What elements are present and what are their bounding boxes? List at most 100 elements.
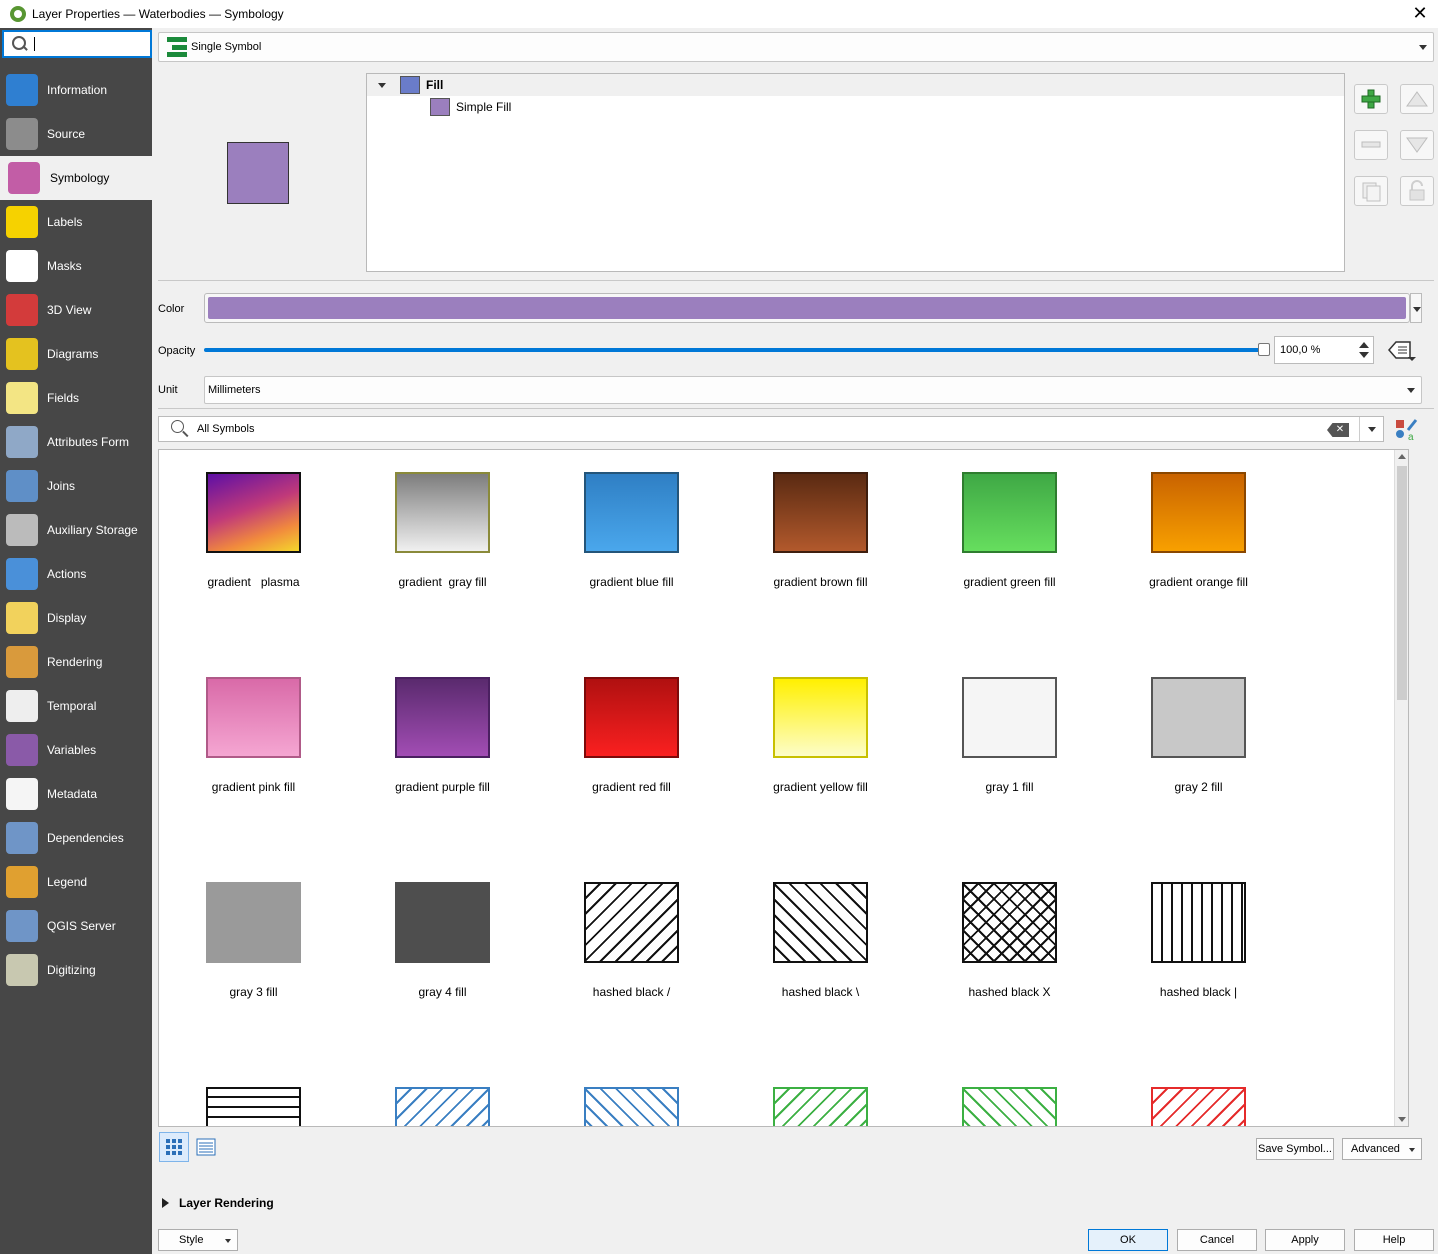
symbol-thumbnail (962, 882, 1057, 963)
sidebar-item-symbology[interactable]: Symbology (0, 156, 152, 200)
symbol-thumbnail (584, 882, 679, 963)
duplicate-layer-button[interactable] (1354, 176, 1388, 206)
opacity-slider-handle[interactable] (1258, 343, 1270, 356)
symbol-library-item[interactable]: gradient yellow fill (726, 655, 915, 860)
symbol-grid-scrollbar[interactable] (1394, 450, 1408, 1126)
search-icon (12, 36, 28, 52)
symbol-library-item[interactable]: hashed black / (537, 860, 726, 1065)
sidebar-item-rendering[interactable]: Rendering (0, 640, 152, 684)
opacity-slider-track[interactable] (204, 348, 1268, 352)
sidebar-item-digitizing[interactable]: Digitizing (0, 948, 152, 992)
unit-combo[interactable]: Millimeters (204, 376, 1422, 404)
move-down-button[interactable] (1400, 130, 1434, 160)
symbol-library-item[interactable]: gradient pink fill (159, 655, 348, 860)
symbol-library-item[interactable]: hashed black | (1104, 860, 1293, 1065)
symbol-library-item-name: gray 4 fill (418, 985, 467, 999)
add-symbol-layer-button[interactable] (1354, 84, 1388, 114)
symbol-thumbnail (584, 677, 679, 758)
style-manager-button[interactable]: a (1394, 416, 1420, 443)
temporal-clock-icon (6, 690, 38, 722)
sidebar-item-attributes-form[interactable]: Attributes Form (0, 420, 152, 464)
symbol-library-item[interactable]: gradient red fill (537, 655, 726, 860)
sidebar-search-input[interactable] (2, 30, 152, 58)
sidebar-item-dependencies[interactable]: Dependencies (0, 816, 152, 860)
scroll-down-icon[interactable] (1398, 1117, 1406, 1122)
tree-label-simple-fill: Simple Fill (456, 100, 512, 114)
apply-button[interactable]: Apply (1265, 1229, 1345, 1251)
opacity-spinbox[interactable]: 100,0 % (1274, 336, 1374, 364)
symbol-library-item[interactable] (348, 1065, 537, 1126)
symbol-library-item-name: gradient pink fill (211, 780, 296, 794)
color-button[interactable] (204, 293, 1410, 323)
symbol-library-item[interactable]: gradient plasma (159, 450, 348, 655)
renderer-type-combo[interactable]: Single Symbol (158, 32, 1434, 62)
symbol-library-item[interactable]: gradient gray fill (348, 450, 537, 655)
symbol-library-item[interactable]: gradient purple fill (348, 655, 537, 860)
style-button[interactable]: Style (158, 1229, 238, 1251)
sidebar-item-diagrams[interactable]: Diagrams (0, 332, 152, 376)
symbol-thumbnail (395, 882, 490, 963)
scroll-up-icon[interactable] (1398, 454, 1406, 459)
symbol-library-search-input[interactable]: All Symbols ✕ (158, 416, 1384, 442)
symbol-library-item[interactable]: hashed black X (915, 860, 1104, 1065)
spin-down-icon[interactable] (1359, 352, 1369, 358)
expand-arrow-icon[interactable] (162, 1198, 169, 1208)
sidebar-item-3d-view[interactable]: 3D View (0, 288, 152, 332)
symbol-library-item[interactable] (726, 1065, 915, 1126)
expand-arrow-icon[interactable] (378, 82, 386, 88)
search-filter-dropdown[interactable] (1359, 417, 1383, 441)
symbol-library-item[interactable]: gray 4 fill (348, 860, 537, 1065)
symbol-library-item[interactable]: gradient blue fill (537, 450, 726, 655)
symbol-library-item-name: gradient red fill (592, 780, 671, 794)
symbol-library-item[interactable]: gradient brown fill (726, 450, 915, 655)
clear-text-icon[interactable]: ✕ (1327, 423, 1349, 437)
tree-row-simple-fill[interactable]: Simple Fill (367, 96, 1344, 118)
duplicate-icon (1362, 182, 1381, 202)
symbol-library-item[interactable]: gray 2 fill (1104, 655, 1293, 860)
symbol-library-item[interactable] (915, 1065, 1104, 1126)
sidebar-item-metadata[interactable]: Metadata (0, 772, 152, 816)
layer-rendering-section[interactable]: Layer Rendering (162, 1196, 274, 1210)
sidebar-item-legend[interactable]: Legend (0, 860, 152, 904)
sidebar-item-label: Symbology (50, 171, 110, 185)
advanced-button[interactable]: Advanced (1342, 1138, 1422, 1160)
triangle-down-icon (1406, 137, 1428, 153)
legend-icon (6, 866, 38, 898)
help-button[interactable]: Help (1354, 1229, 1434, 1251)
close-icon[interactable]: ✕ (1410, 3, 1430, 23)
symbol-library-item[interactable]: hashed black \ (726, 860, 915, 1065)
sidebar-item-fields[interactable]: Fields (0, 376, 152, 420)
sidebar-item-source[interactable]: Source (0, 112, 152, 156)
remove-symbol-layer-button[interactable] (1354, 130, 1388, 160)
color-dropdown-button[interactable] (1410, 293, 1422, 323)
ok-button[interactable]: OK (1088, 1229, 1168, 1251)
symbol-library-item[interactable] (1104, 1065, 1293, 1126)
move-up-button[interactable] (1400, 84, 1434, 114)
sidebar-item-temporal[interactable]: Temporal (0, 684, 152, 728)
save-symbol-button[interactable]: Save Symbol... (1256, 1138, 1334, 1160)
spin-up-icon[interactable] (1359, 342, 1369, 348)
sidebar-item-auxiliary-storage[interactable]: Auxiliary Storage (0, 508, 152, 552)
sidebar-item-labels[interactable]: Labels (0, 200, 152, 244)
symbol-library-item[interactable] (159, 1065, 348, 1126)
sidebar-item-joins[interactable]: Joins (0, 464, 152, 508)
symbol-library-item[interactable] (537, 1065, 726, 1126)
data-defined-override-button[interactable] (1384, 334, 1418, 366)
sidebar-item-variables[interactable]: Variables (0, 728, 152, 772)
sidebar-item-display[interactable]: Display (0, 596, 152, 640)
scrollbar-thumb[interactable] (1397, 466, 1407, 700)
symbol-library-item[interactable]: gradient green fill (915, 450, 1104, 655)
list-view-button[interactable] (191, 1132, 221, 1162)
sidebar-item-qgis-server[interactable]: QGIS Server (0, 904, 152, 948)
tree-row-fill[interactable]: Fill (367, 74, 1344, 96)
sidebar-item-information[interactable]: Information (0, 68, 152, 112)
simple-fill-color-swatch (430, 98, 450, 116)
cancel-button[interactable]: Cancel (1177, 1229, 1257, 1251)
symbol-library-item[interactable]: gradient orange fill (1104, 450, 1293, 655)
sidebar-item-actions[interactable]: Actions (0, 552, 152, 596)
sidebar-item-masks[interactable]: Masks (0, 244, 152, 288)
icon-view-button[interactable] (159, 1132, 189, 1162)
lock-layer-button[interactable] (1400, 176, 1434, 206)
symbol-library-item[interactable]: gray 1 fill (915, 655, 1104, 860)
symbol-library-item[interactable]: gray 3 fill (159, 860, 348, 1065)
